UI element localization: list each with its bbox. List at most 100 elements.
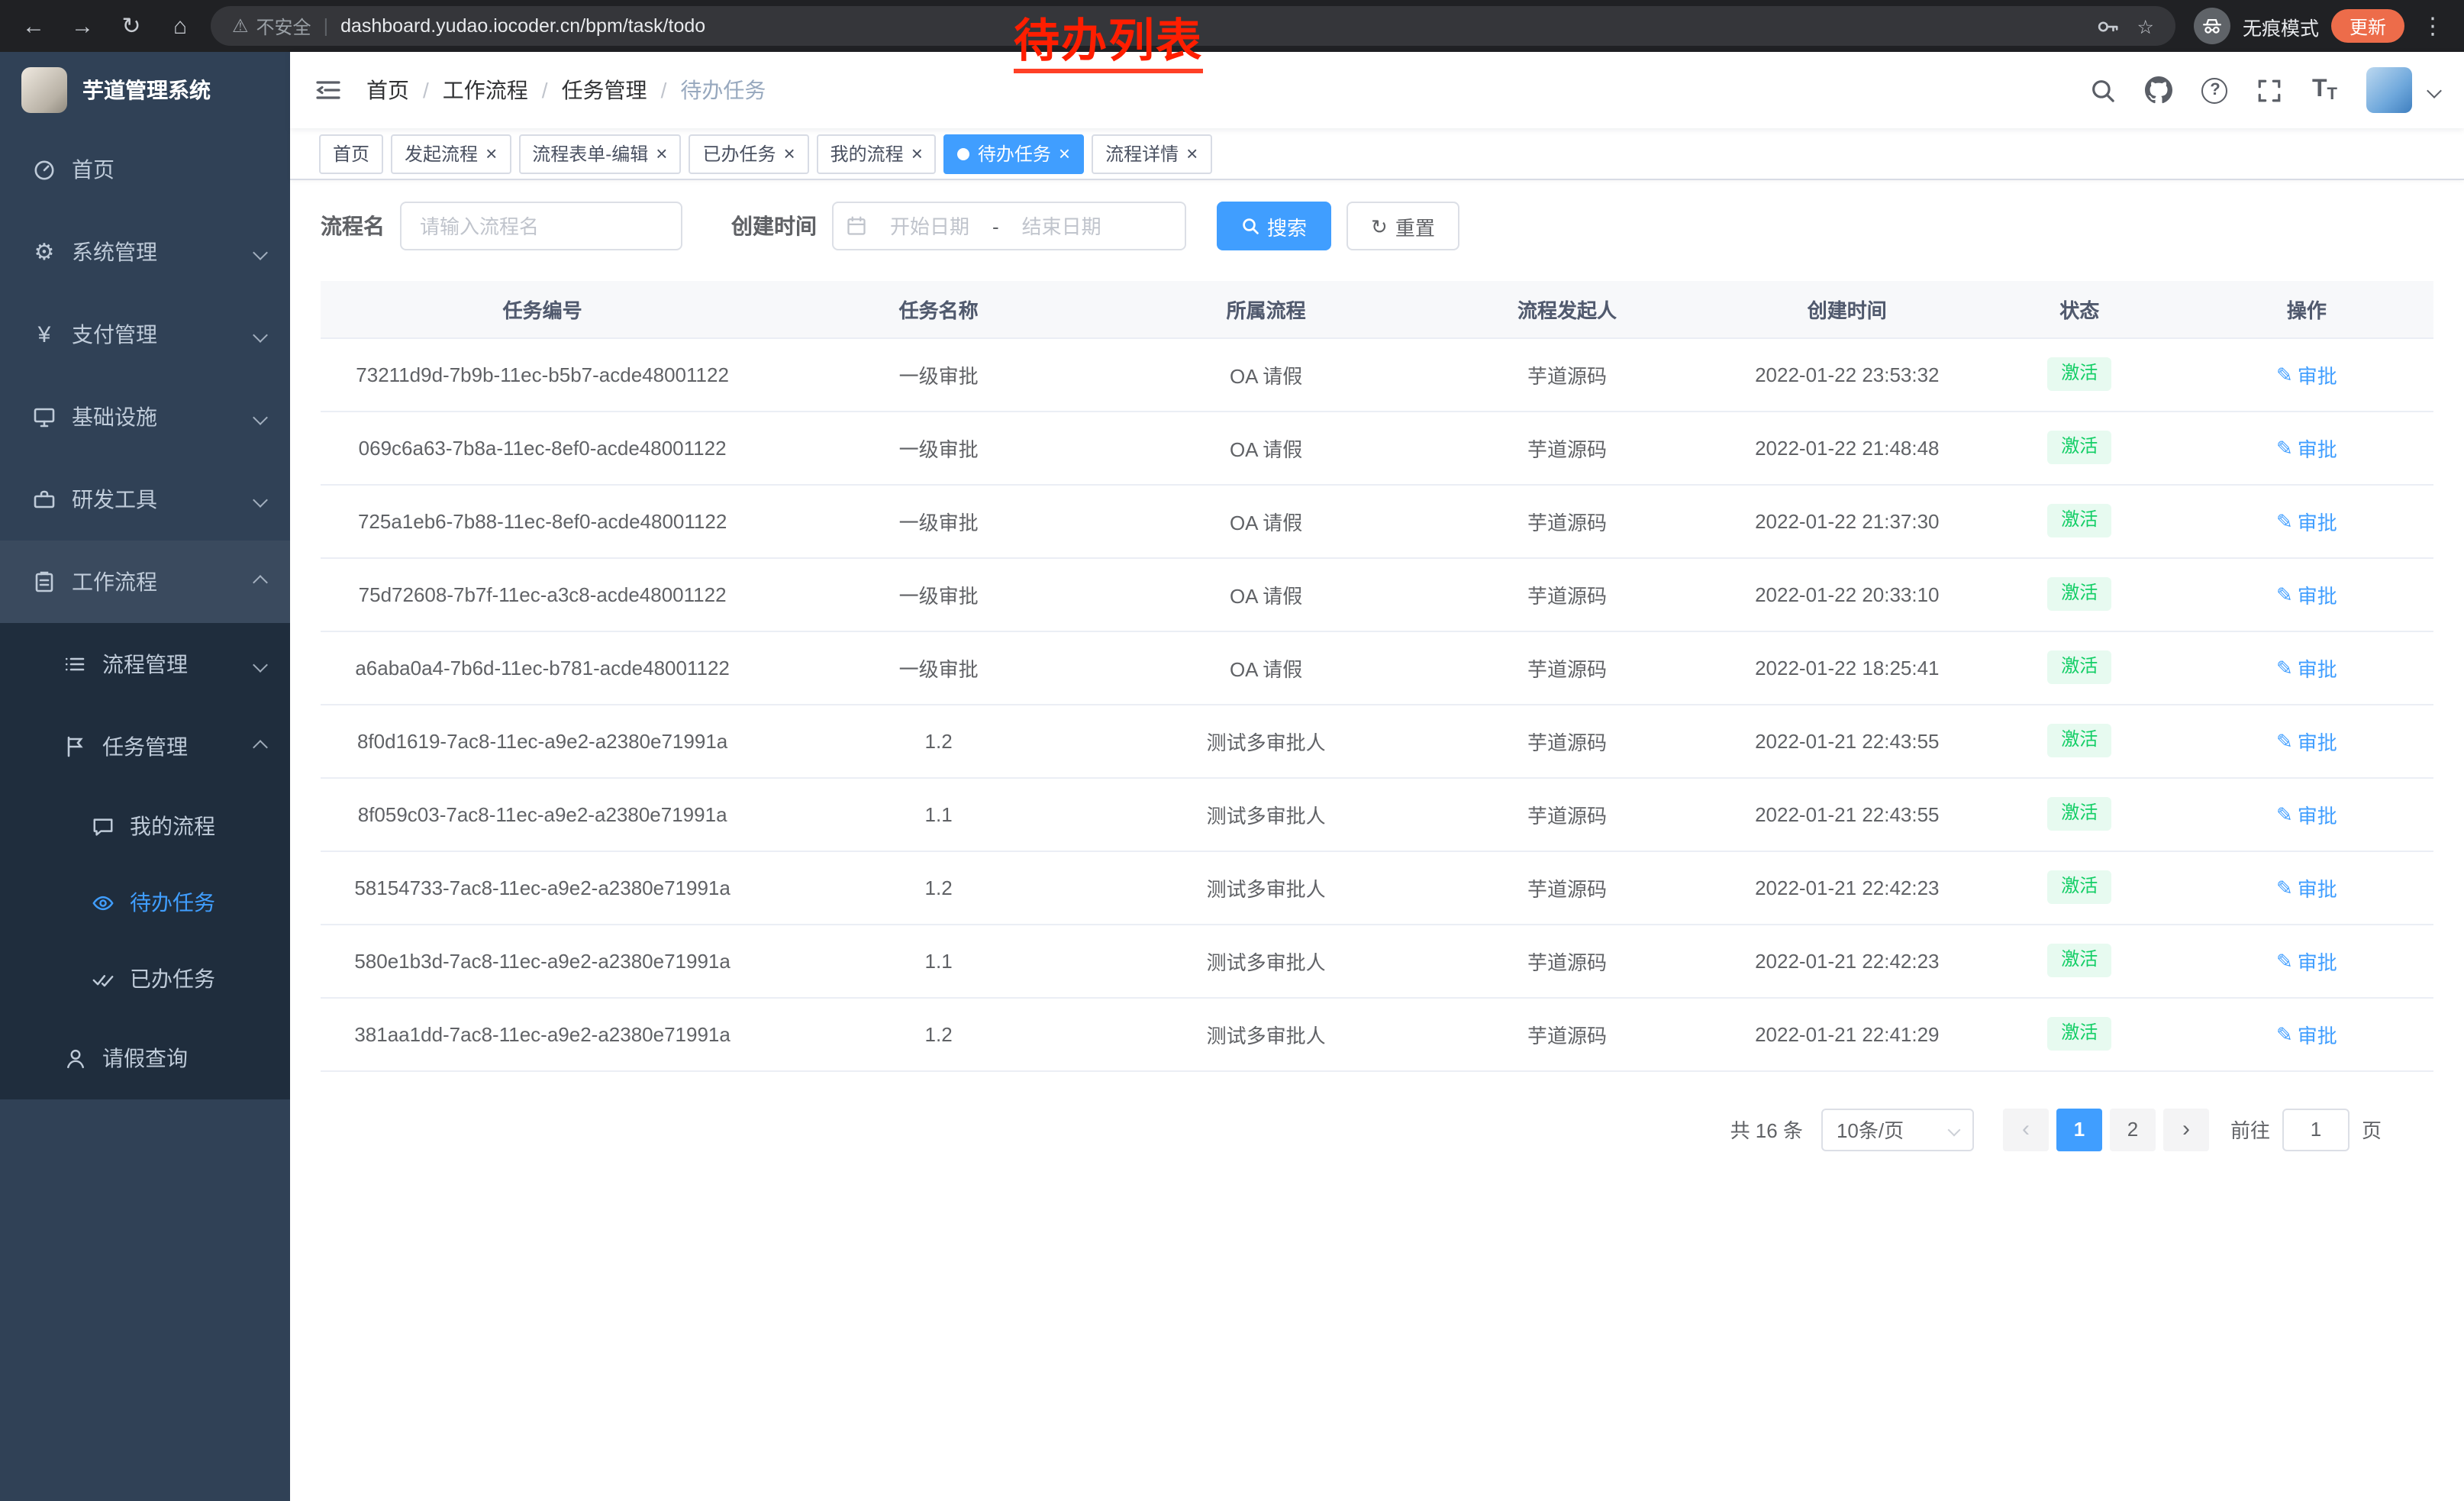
dashboard-icon [31, 157, 58, 182]
approve-link[interactable]: ✎审批 [2276, 799, 2337, 828]
sidebar-item-task-management[interactable]: 任务管理 [0, 705, 290, 788]
approve-link[interactable]: ✎审批 [2276, 360, 2337, 389]
sidebar-item-system[interactable]: ⚙ 系统管理 [0, 211, 290, 293]
page-size-select[interactable]: 10条/页 [1821, 1108, 1974, 1151]
close-icon[interactable]: × [911, 144, 923, 163]
breadcrumb-task-management[interactable]: 任务管理 [562, 75, 647, 105]
cell-process: 测试多审批人 [1113, 704, 1419, 777]
search-icon[interactable] [2091, 77, 2117, 103]
tab-todo-tasks[interactable]: 待办任务 × [944, 134, 1084, 173]
sidebar-item-payment[interactable]: ¥ 支付管理 [0, 293, 290, 376]
help-icon[interactable]: ? [2202, 77, 2228, 103]
reset-button[interactable]: ↻ 重置 [1346, 202, 1459, 250]
cell-actions: ✎审批 [2180, 557, 2433, 631]
chevron-down-icon [253, 492, 268, 507]
sidebar-item-devtools[interactable]: 研发工具 [0, 458, 290, 541]
breadcrumb-workflow[interactable]: 工作流程 [443, 75, 528, 105]
goto-page-input[interactable] [2282, 1108, 2350, 1151]
close-icon[interactable]: × [656, 144, 667, 163]
table-row: 75d72608-7b7f-11ec-a3c8-acde48001122 一级审… [321, 557, 2433, 631]
avatar[interactable] [2366, 67, 2412, 113]
chevron-down-icon [253, 657, 268, 672]
forward-icon[interactable]: → [64, 8, 101, 44]
cell-starter: 芋道源码 [1419, 997, 1715, 1070]
tab-process-form-edit[interactable]: 流程表单-编辑 × [518, 134, 681, 173]
close-icon[interactable]: × [1059, 144, 1070, 163]
process-name-input[interactable] [400, 202, 682, 250]
breadcrumb: 首页 / 工作流程 / 任务管理 / 待办任务 [366, 75, 766, 105]
browser-menu-icon[interactable]: ⋮ [2417, 12, 2449, 40]
approve-link[interactable]: ✎审批 [2276, 579, 2337, 608]
sidebar-item-todo-tasks[interactable]: 待办任务 [0, 864, 290, 941]
breadcrumb-separator: / [423, 78, 429, 102]
pen-icon: ✎ [2276, 1024, 2293, 1044]
cell-actions: ✎审批 [2180, 777, 2433, 851]
approve-link[interactable]: ✎审批 [2276, 873, 2337, 902]
approve-link[interactable]: ✎审批 [2276, 433, 2337, 462]
tab-home[interactable]: 首页 [319, 134, 383, 173]
cell-starter: 芋道源码 [1419, 777, 1715, 851]
star-icon[interactable]: ☆ [2137, 15, 2154, 37]
process-name-label: 流程名 [321, 211, 385, 241]
close-icon[interactable]: × [1186, 144, 1198, 163]
close-icon[interactable]: × [485, 144, 497, 163]
back-icon[interactable]: ← [15, 8, 52, 44]
status-badge: 激活 [2047, 357, 2111, 390]
tab-my-process[interactable]: 我的流程 × [817, 134, 937, 173]
cell-task-name: 1.1 [764, 924, 1113, 997]
tab-done-tasks[interactable]: 已办任务 × [689, 134, 808, 173]
prev-page-button[interactable]: ‹ [2003, 1108, 2049, 1151]
key-icon[interactable] [2096, 15, 2119, 37]
next-page-button[interactable]: › [2163, 1108, 2209, 1151]
sidebar-item-label: 待办任务 [130, 887, 215, 918]
cell-create-time: 2022-01-21 22:41:29 [1715, 997, 1979, 1070]
pagination: 共 16 条 10条/页 ‹ 1 2 › 前往 页 [321, 1108, 2433, 1151]
close-icon[interactable]: × [783, 144, 795, 163]
home-icon[interactable]: ⌂ [162, 8, 198, 44]
sidebar-item-workflow[interactable]: 工作流程 [0, 541, 290, 623]
search-button[interactable]: 搜索 [1217, 202, 1331, 250]
sidebar-collapse-icon[interactable] [314, 76, 342, 104]
incognito-badge: 无痕模式 [2194, 8, 2319, 44]
cell-status: 激活 [1979, 484, 2180, 557]
approve-link[interactable]: ✎审批 [2276, 506, 2337, 535]
reload-icon[interactable]: ↻ [113, 8, 150, 44]
page-button-1[interactable]: 1 [2056, 1108, 2102, 1151]
sidebar-item-leave-query[interactable]: 请假查询 [0, 1017, 290, 1099]
browser-toolbar: ← → ↻ ⌂ ⚠ 不安全 | dashboard.yudao.iocoder.… [0, 0, 2464, 52]
github-icon[interactable] [2146, 76, 2173, 104]
toolbox-icon [31, 487, 58, 512]
sidebar-item-my-process[interactable]: 我的流程 [0, 788, 290, 864]
tab-process-detail[interactable]: 流程详情 × [1092, 134, 1211, 173]
approve-link[interactable]: ✎审批 [2276, 1019, 2337, 1048]
cell-starter: 芋道源码 [1419, 924, 1715, 997]
approve-link[interactable]: ✎审批 [2276, 653, 2337, 682]
page-button-2[interactable]: 2 [2110, 1108, 2156, 1151]
cell-task-name: 1.2 [764, 704, 1113, 777]
tab-start-process[interactable]: 发起流程 × [391, 134, 511, 173]
security-warning[interactable]: ⚠ 不安全 [232, 13, 311, 39]
approve-link[interactable]: ✎审批 [2276, 726, 2337, 755]
start-date-input[interactable] [873, 215, 986, 237]
font-size-icon[interactable]: TT [2312, 76, 2337, 104]
sidebar-item-process-management[interactable]: 流程管理 [0, 623, 290, 705]
fullscreen-icon[interactable] [2257, 77, 2283, 103]
cell-status: 激活 [1979, 557, 2180, 631]
chevron-down-icon[interactable] [2427, 82, 2442, 98]
update-button[interactable]: 更新 [2331, 9, 2404, 43]
date-range-picker[interactable]: - [832, 202, 1186, 250]
end-date-input[interactable] [1005, 215, 1118, 237]
app-title: 芋道管理系统 [82, 75, 211, 105]
sidebar-item-infrastructure[interactable]: 基础设施 [0, 376, 290, 458]
approve-link[interactable]: ✎审批 [2276, 946, 2337, 975]
sidebar-item-done-tasks[interactable]: 已办任务 [0, 941, 290, 1017]
sidebar-item-home[interactable]: 首页 [0, 128, 290, 211]
cell-status: 激活 [1979, 851, 2180, 924]
cell-actions: ✎审批 [2180, 924, 2433, 997]
sidebar-item-label: 任务管理 [102, 731, 188, 762]
status-badge: 激活 [2047, 870, 2111, 903]
app-logo[interactable]: 芋道管理系统 [0, 52, 290, 128]
cell-starter: 芋道源码 [1419, 851, 1715, 924]
breadcrumb-home[interactable]: 首页 [366, 75, 409, 105]
cell-starter: 芋道源码 [1419, 337, 1715, 411]
